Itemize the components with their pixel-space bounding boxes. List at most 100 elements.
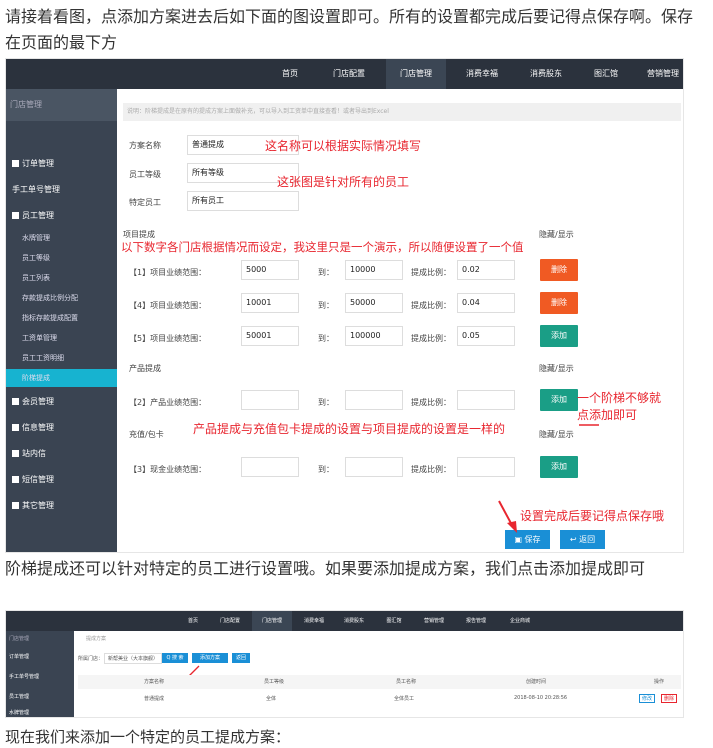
sidebar-sub-tiered[interactable]: 阶梯提成	[6, 369, 117, 387]
tier-1-to-label: 到：	[318, 268, 334, 277]
edit-button[interactable]: 修改	[639, 694, 656, 703]
nav-gallery[interactable]: 图汇馆	[582, 59, 630, 89]
cash-tier-from[interactable]	[241, 457, 299, 477]
nav-consume[interactable]: 消费幸福	[454, 59, 510, 89]
sidebar2-manual[interactable]: 手工单号管理	[6, 671, 74, 683]
back-button[interactable]: ↩ 返回	[560, 530, 605, 549]
nav2-home[interactable]: 首页	[178, 611, 208, 631]
staff-select[interactable]: 所有员工	[187, 191, 299, 211]
nav2-marketing[interactable]: 营销管理	[416, 611, 452, 631]
cell-time: 2018-08-10 20:28:56	[514, 695, 568, 701]
sidebar-sub-water[interactable]: 水牌管理	[6, 229, 117, 247]
annotation-add-tier-1: 一个阶梯不够就	[577, 391, 662, 405]
sidebar-sub-level[interactable]: 员工等级	[6, 249, 117, 267]
tier-5-to[interactable]: 100000	[345, 326, 403, 346]
nav2-report[interactable]: 报告管理	[458, 611, 494, 631]
plus-icon	[12, 450, 19, 457]
tier-1-delete-button[interactable]: 删除	[540, 259, 578, 281]
sidebar-item-manual-order[interactable]: 手工单号管理	[6, 181, 117, 199]
tier-1-from[interactable]: 5000	[241, 260, 299, 280]
search-button[interactable]: Q 搜 索	[162, 653, 188, 663]
cash-tier-label: 【3】现金业绩范围：	[129, 465, 207, 474]
tier-1-to[interactable]: 10000	[345, 260, 403, 280]
sidebar-item-info[interactable]: 信息管理	[6, 419, 117, 437]
sidebar2-orders[interactable]: 订单管理	[6, 651, 74, 663]
staff-label: 特定员工	[129, 198, 161, 207]
sidebar-item-member[interactable]: 会员管理	[6, 393, 117, 411]
filter-label: 所属门店：	[78, 656, 104, 662]
col-staff: 员工名称	[396, 679, 417, 685]
product-tier-to[interactable]	[345, 390, 403, 410]
plus-icon	[12, 160, 19, 167]
sidebar-item-message[interactable]: 站内信	[6, 445, 117, 463]
nav-marketing[interactable]: 营销管理	[638, 59, 683, 89]
arrow-icon	[579, 424, 599, 426]
sidebar-item-orders[interactable]: 订单管理	[6, 155, 117, 173]
top-nav: 首页 门店配置 门店管理 消费幸福 消费股东 图汇馆 营销管理	[6, 59, 683, 89]
sidebar-sub-list[interactable]: 员工列表	[6, 269, 117, 287]
col-time: 创建时间	[526, 679, 547, 685]
cell-staff: 全体员工	[394, 696, 415, 702]
delete-button[interactable]: 删除	[661, 694, 678, 703]
nav2-store-config[interactable]: 门店配置	[212, 611, 248, 631]
sidebar-item-sms[interactable]: 短信管理	[6, 471, 117, 489]
sidebar-2: 门店管理 订单管理 手工单号管理 员工管理 水牌管理	[6, 631, 74, 717]
sidebar-head: 门店管理	[6, 89, 117, 121]
nav2-gallery[interactable]: 图汇馆	[378, 611, 410, 631]
nav2-shareholder[interactable]: 消费股东	[336, 611, 372, 631]
tier-5-from[interactable]: 50001	[241, 326, 299, 346]
nav2-store-manage[interactable]: 门店管理	[252, 611, 292, 631]
breadcrumb: 提成方案	[86, 636, 107, 642]
tier-5-to-label: 到：	[318, 334, 334, 343]
cash-tier-to[interactable]	[345, 457, 403, 477]
cash-tier-ratio-label: 提成比例：	[411, 465, 451, 474]
nav2-mall[interactable]: 企业商城	[500, 611, 540, 631]
nav-shareholder[interactable]: 消费股东	[518, 59, 574, 89]
notice-bar: 说明：阶梯提成是在原有的提成方案上面做补充，可以导入到工资单中直接查看！或者导出…	[123, 103, 681, 121]
intro-paragraph: 请接着看图，点添加方案进去后如下面的图设置即可。所有的设置都完成后要记得点保存啊…	[5, 7, 694, 52]
tier-4-to[interactable]: 50000	[345, 293, 403, 313]
tier-4-label: 【4】项目业绩范围：	[129, 301, 207, 310]
sidebar-sub-payroll[interactable]: 工资单管理	[6, 329, 117, 347]
nav2-consume[interactable]: 消费幸福	[296, 611, 332, 631]
sidebar2-staff[interactable]: 员工管理	[6, 691, 74, 703]
store-select[interactable]: 新帮美业（大本旗舰）	[104, 653, 163, 664]
cash-add-button[interactable]: 添加	[540, 456, 578, 478]
tier-4-ratio[interactable]: 0.04	[457, 293, 515, 313]
nav-home[interactable]: 首页	[268, 59, 312, 89]
product-tier-label: 【2】产品业绩范围：	[129, 398, 207, 407]
sidebar2-head: 门店管理	[9, 636, 30, 642]
return-button[interactable]: 返回	[232, 653, 250, 663]
tier-5-label: 【5】项目业绩范围：	[129, 334, 207, 343]
cash-tier-to-label: 到：	[318, 465, 334, 474]
col-scheme: 方案名称	[144, 679, 165, 685]
product-toggle[interactable]: 隐藏/显示	[539, 363, 574, 374]
tier-1-ratio[interactable]: 0.02	[457, 260, 515, 280]
scheme-label: 方案名称	[129, 141, 161, 150]
add-scheme-button[interactable]: 添加方案	[192, 653, 228, 663]
tier-4-to-label: 到：	[318, 301, 334, 310]
tier-5-ratio[interactable]: 0.05	[457, 326, 515, 346]
sidebar-item-staff[interactable]: 员工管理	[6, 207, 117, 225]
product-tier-from[interactable]	[241, 390, 299, 410]
product-tier-to-label: 到：	[318, 398, 334, 407]
tier-5-add-button[interactable]: 添加	[540, 325, 578, 347]
product-tier-ratio[interactable]	[457, 390, 515, 410]
product-add-button[interactable]: 添加	[540, 389, 578, 411]
sidebar2-water[interactable]: 水牌管理	[6, 707, 74, 717]
tiered-paragraph: 阶梯提成还可以针对特定的员工进行设置哦。如果要添加提成方案，我们点击添加提成即可	[5, 559, 646, 578]
tier-4-from[interactable]: 10001	[241, 293, 299, 313]
sidebar-sub-deposit-ratio[interactable]: 存款提成比例分配	[6, 289, 117, 307]
recharge-toggle[interactable]: 隐藏/显示	[539, 429, 574, 440]
sidebar-item-other[interactable]: 其它管理	[6, 497, 117, 515]
cash-tier-ratio[interactable]	[457, 457, 515, 477]
sidebar-sub-deposit-config[interactable]: 指标存款提成配置	[6, 309, 117, 327]
project-toggle[interactable]: 隐藏/显示	[539, 229, 574, 240]
top-nav-2: 首页 门店配置 门店管理 消费幸福 消费股东 图汇馆 营销管理 报告管理 企业商…	[6, 611, 683, 631]
arrow-icon	[498, 500, 517, 533]
sidebar-sub-wage-detail[interactable]: 员工工资明细	[6, 349, 117, 367]
nav-store-config[interactable]: 门店配置	[321, 59, 377, 89]
tier-4-delete-button[interactable]: 删除	[540, 292, 578, 314]
product-tier-ratio-label: 提成比例：	[411, 398, 451, 407]
nav-store-manage[interactable]: 门店管理	[386, 59, 446, 89]
